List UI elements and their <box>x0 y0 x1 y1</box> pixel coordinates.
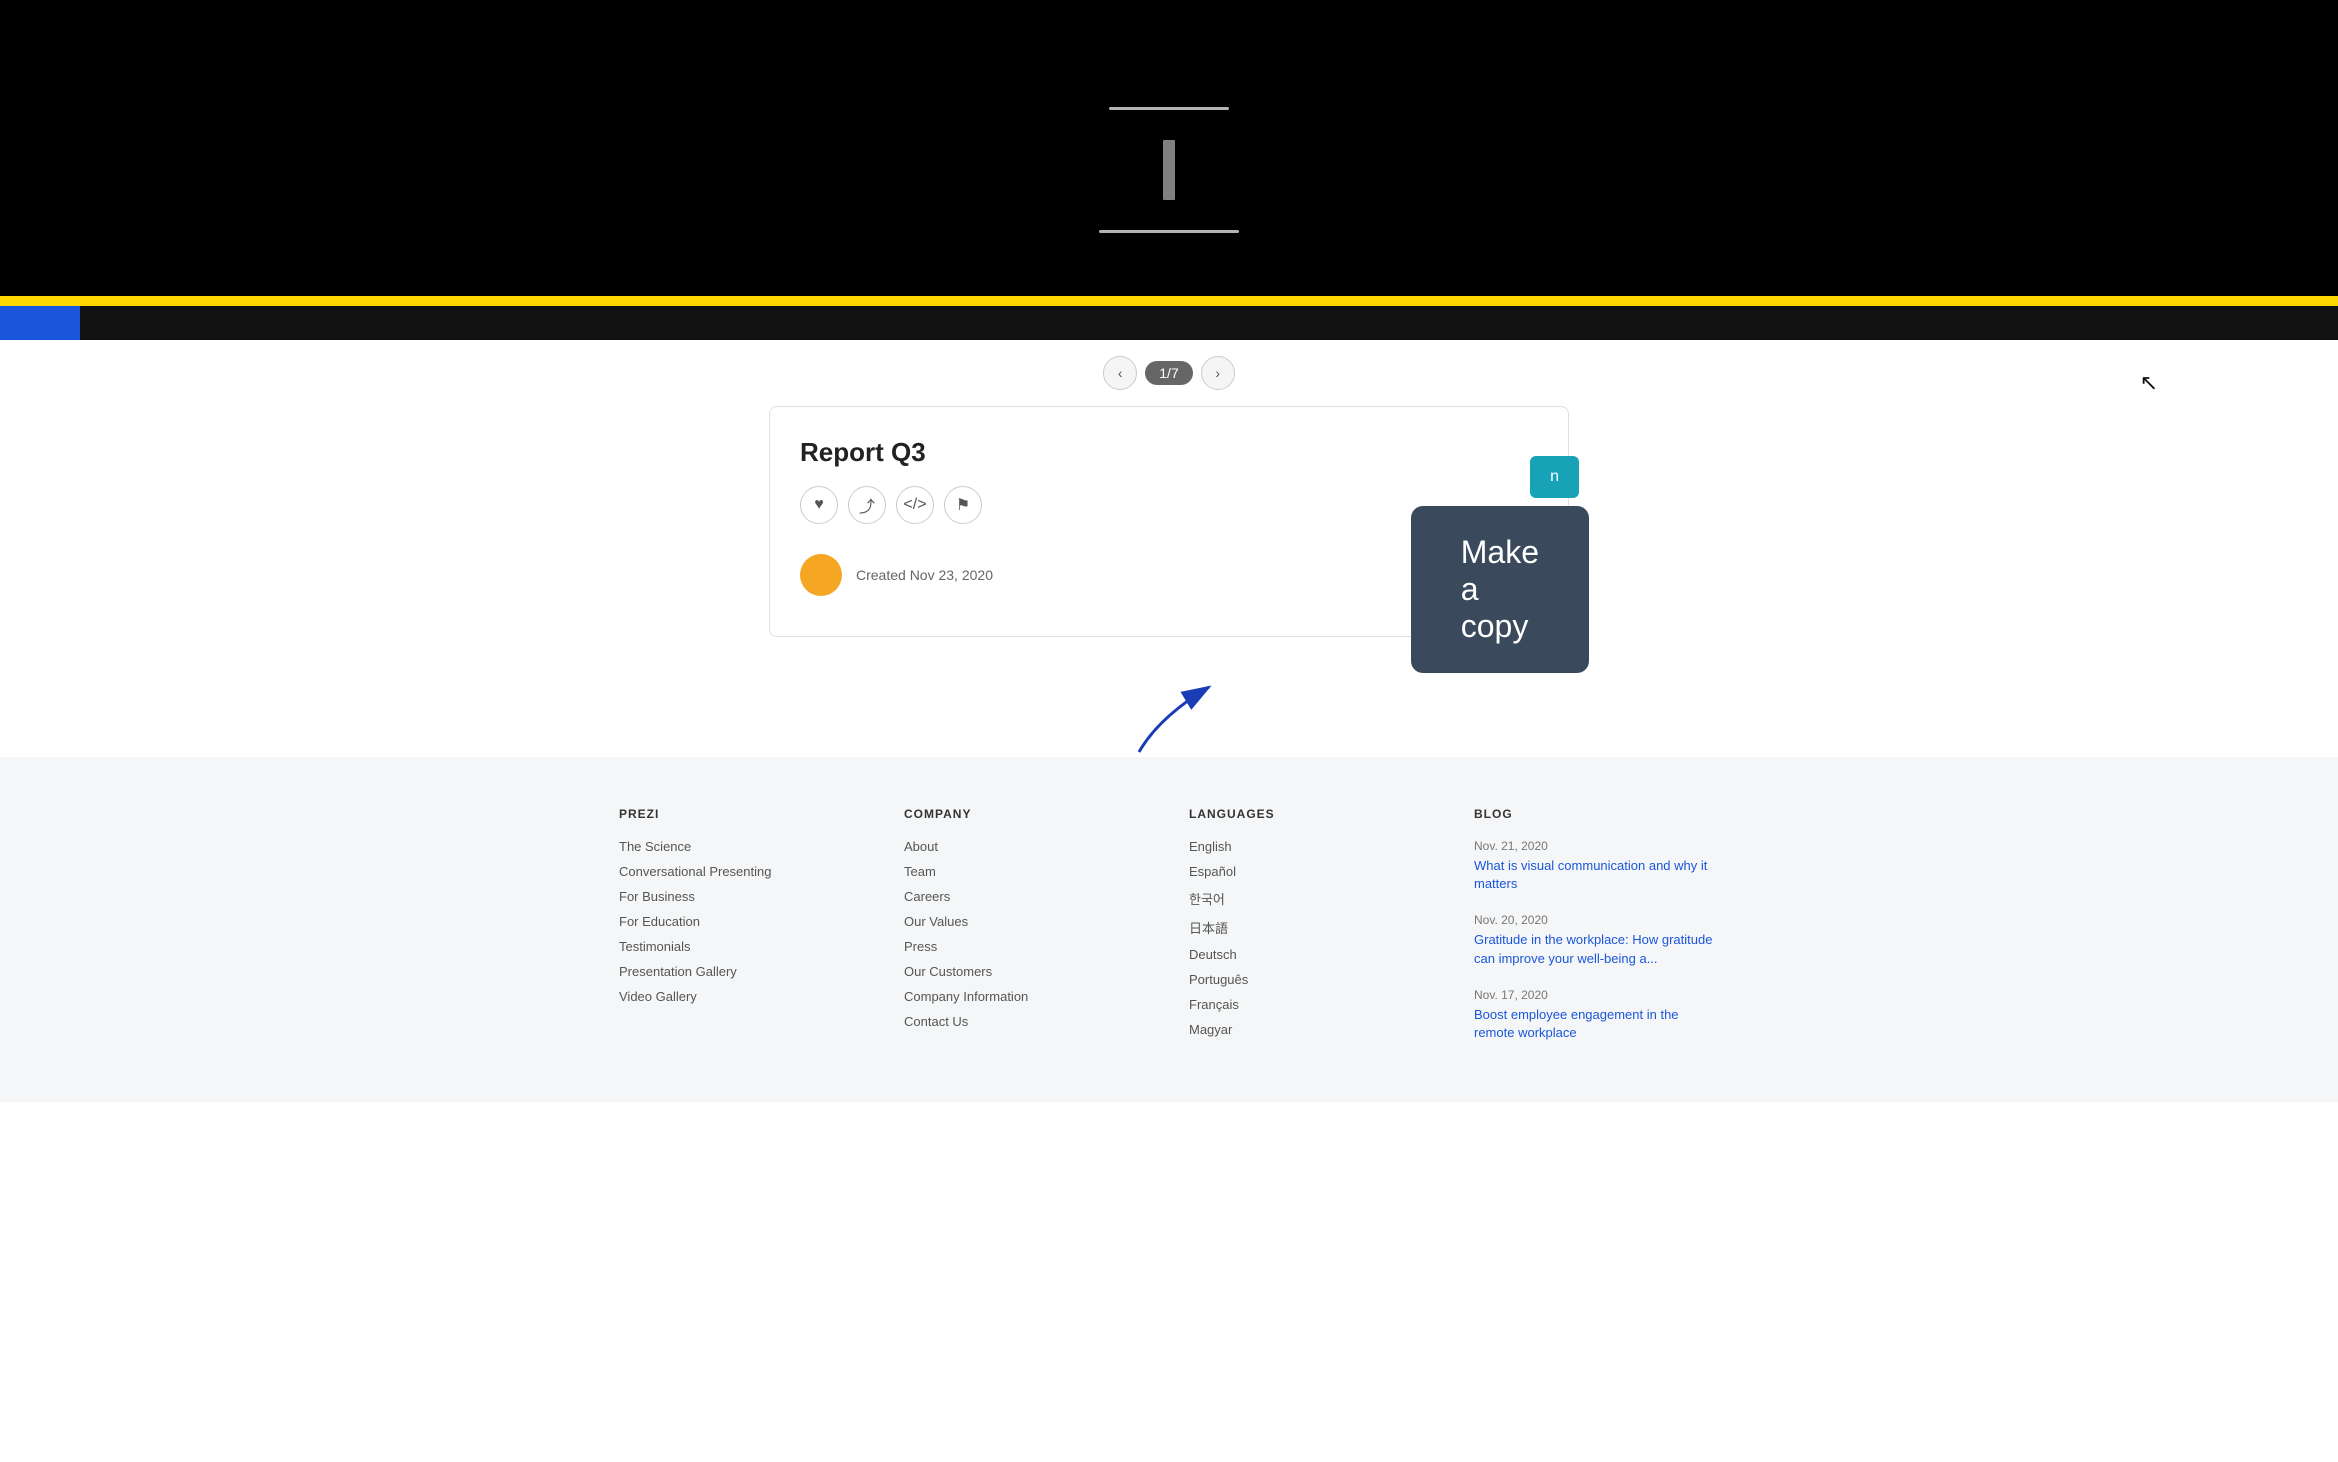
footer-languages-title: LANGUAGES <box>1189 807 1434 821</box>
blog-date-3: Nov. 17, 2020 <box>1474 988 1719 1002</box>
footer-link-espanol[interactable]: Español <box>1189 864 1434 879</box>
footer-link-careers[interactable]: Careers <box>904 889 1149 904</box>
footer: PREZI The Science Conversational Present… <box>0 757 2338 1102</box>
next-slide-button[interactable]: › <box>1201 356 1235 390</box>
footer-link-testimonials[interactable]: Testimonials <box>619 939 864 954</box>
blog-entry-3: Nov. 17, 2020 Boost employee engagement … <box>1474 988 1719 1042</box>
created-date: Created Nov 23, 2020 <box>856 567 993 583</box>
yellow-bar <box>0 296 2338 306</box>
arrow-annotation <box>0 657 2338 757</box>
footer-link-contact-us[interactable]: Contact Us <box>904 1014 1149 1029</box>
blog-link-1[interactable]: What is visual communication and why it … <box>1474 858 1707 891</box>
footer-col-prezi: PREZI The Science Conversational Present… <box>619 807 864 1062</box>
blog-link-2[interactable]: Gratitude in the workplace: How gratitud… <box>1474 932 1712 965</box>
avatar <box>800 554 842 596</box>
footer-link-english[interactable]: English <box>1189 839 1434 854</box>
footer-company-title: COMPANY <box>904 807 1149 821</box>
slide-line-1 <box>1109 107 1229 110</box>
footer-link-for-education[interactable]: For Education <box>619 914 864 929</box>
blue-progress-bar <box>0 306 80 340</box>
footer-link-magyar[interactable]: Magyar <box>1189 1022 1434 1037</box>
footer-link-korean[interactable]: 한국어 <box>1189 889 1434 908</box>
blog-date-2: Nov. 20, 2020 <box>1474 913 1719 927</box>
make-copy-label: Make a copy <box>1461 534 1539 645</box>
arrow-svg <box>1069 657 1269 757</box>
slide-content <box>0 0 2338 340</box>
blog-link-3[interactable]: Boost employee engagement in the remote … <box>1474 1007 1679 1040</box>
footer-link-conversational[interactable]: Conversational Presenting <box>619 864 864 879</box>
footer-link-the-science[interactable]: The Science <box>619 839 864 854</box>
footer-col-blog: BLOG Nov. 21, 2020 What is visual commun… <box>1474 807 1719 1062</box>
footer-grid: PREZI The Science Conversational Present… <box>619 807 1719 1062</box>
footer-link-our-customers[interactable]: Our Customers <box>904 964 1149 979</box>
footer-col-languages: LANGUAGES English Español 한국어 日本語 Deutsc… <box>1189 807 1434 1062</box>
make-copy-overlay: Make a copy <box>1411 506 1589 673</box>
footer-link-our-values[interactable]: Our Values <box>904 914 1149 929</box>
footer-link-portugues[interactable]: Português <box>1189 972 1434 987</box>
footer-blog-title: BLOG <box>1474 807 1719 821</box>
footer-link-team[interactable]: Team <box>904 864 1149 879</box>
dark-bottom-bar <box>0 306 2338 340</box>
slide-navigation: ‹ 1/7 › <box>0 340 2338 406</box>
confirm-copy-button[interactable]: n <box>1530 456 1579 498</box>
embed-button[interactable]: </> <box>896 486 934 524</box>
footer-link-video-gallery[interactable]: Video Gallery <box>619 989 864 1004</box>
slide-vertical-line <box>1163 140 1175 200</box>
footer-link-francais[interactable]: Français <box>1189 997 1434 1012</box>
footer-link-deutsch[interactable]: Deutsch <box>1189 947 1434 962</box>
like-button[interactable]: ♥ <box>800 486 838 524</box>
footer-col-company: COMPANY About Team Careers Our Values Pr… <box>904 807 1149 1062</box>
footer-link-japanese[interactable]: 日本語 <box>1189 918 1434 937</box>
blog-entry-2: Nov. 20, 2020 Gratitude in the workplace… <box>1474 913 1719 967</box>
footer-link-company-information[interactable]: Company Information <box>904 989 1149 1004</box>
presentation-viewer <box>0 0 2338 340</box>
footer-link-presentation-gallery[interactable]: Presentation Gallery <box>619 964 864 979</box>
slide-line-2 <box>1099 230 1239 233</box>
presentation-title: Report Q3 <box>800 437 1538 468</box>
prev-slide-button[interactable]: ‹ <box>1103 356 1137 390</box>
slide-counter: 1/7 <box>1145 361 1192 385</box>
footer-link-press[interactable]: Press <box>904 939 1149 954</box>
flag-button[interactable]: ⚑ <box>944 486 982 524</box>
footer-prezi-title: PREZI <box>619 807 864 821</box>
footer-link-for-business[interactable]: For Business <box>619 889 864 904</box>
footer-link-about[interactable]: About <box>904 839 1149 854</box>
blog-entry-1: Nov. 21, 2020 What is visual communicati… <box>1474 839 1719 893</box>
share-button[interactable]: ⤴ <box>848 486 886 524</box>
blog-date-1: Nov. 21, 2020 <box>1474 839 1719 853</box>
